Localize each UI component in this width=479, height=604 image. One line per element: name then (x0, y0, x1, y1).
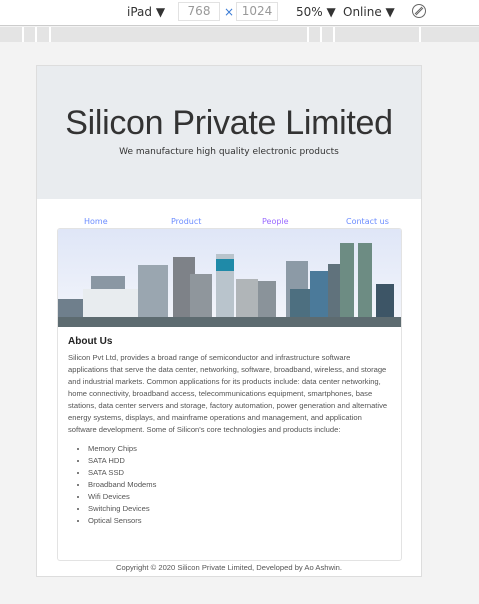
city-skyline-image (58, 229, 401, 327)
page-viewport: Silicon Private Limited We manufacture h… (36, 65, 422, 577)
jumbotron: Silicon Private Limited We manufacture h… (37, 66, 421, 199)
product-list: Memory Chips SATA HDD SATA SSD Broadband… (88, 443, 391, 527)
zoom-select[interactable]: 50% ▼ (296, 5, 336, 19)
devtools-toolbar: iPad ▼ 768 × 1024 50% ▼ Online ▼ (0, 0, 479, 26)
site-tagline: We manufacture high quality electronic p… (119, 147, 339, 157)
about-section: About Us Silicon Pvt Ltd, provides a bro… (58, 327, 401, 536)
list-item: SATA SSD (88, 467, 391, 479)
device-select[interactable]: iPad ▼ (127, 5, 165, 19)
list-item: Optical Sensors (88, 515, 391, 527)
list-item: SATA HDD (88, 455, 391, 467)
footer-copyright: Copyright © 2020 Silicon Private Limited… (116, 563, 342, 572)
about-heading: About Us (68, 336, 113, 347)
nav-product[interactable]: Product (171, 217, 201, 226)
list-item: Wifi Devices (88, 491, 391, 503)
list-item: Memory Chips (88, 443, 391, 455)
height-input[interactable]: 1024 (236, 2, 278, 21)
network-select[interactable]: Online ▼ (343, 5, 395, 19)
about-text: Silicon Pvt Ltd, provides a broad range … (68, 353, 388, 434)
list-item: Switching Devices (88, 503, 391, 515)
nav-contact[interactable]: Contact us (346, 217, 389, 226)
about-card: About Us Silicon Pvt Ltd, provides a bro… (57, 228, 402, 561)
site-title: Silicon Private Limited (65, 104, 393, 142)
rotate-icon[interactable] (411, 3, 427, 22)
width-input[interactable]: 768 (178, 2, 220, 21)
list-item: Broadband Modems (88, 479, 391, 491)
nav-home[interactable]: Home (84, 217, 108, 226)
nav-people[interactable]: People (262, 217, 289, 226)
media-query-bar[interactable] (0, 27, 479, 42)
dimension-separator: × (224, 5, 235, 19)
